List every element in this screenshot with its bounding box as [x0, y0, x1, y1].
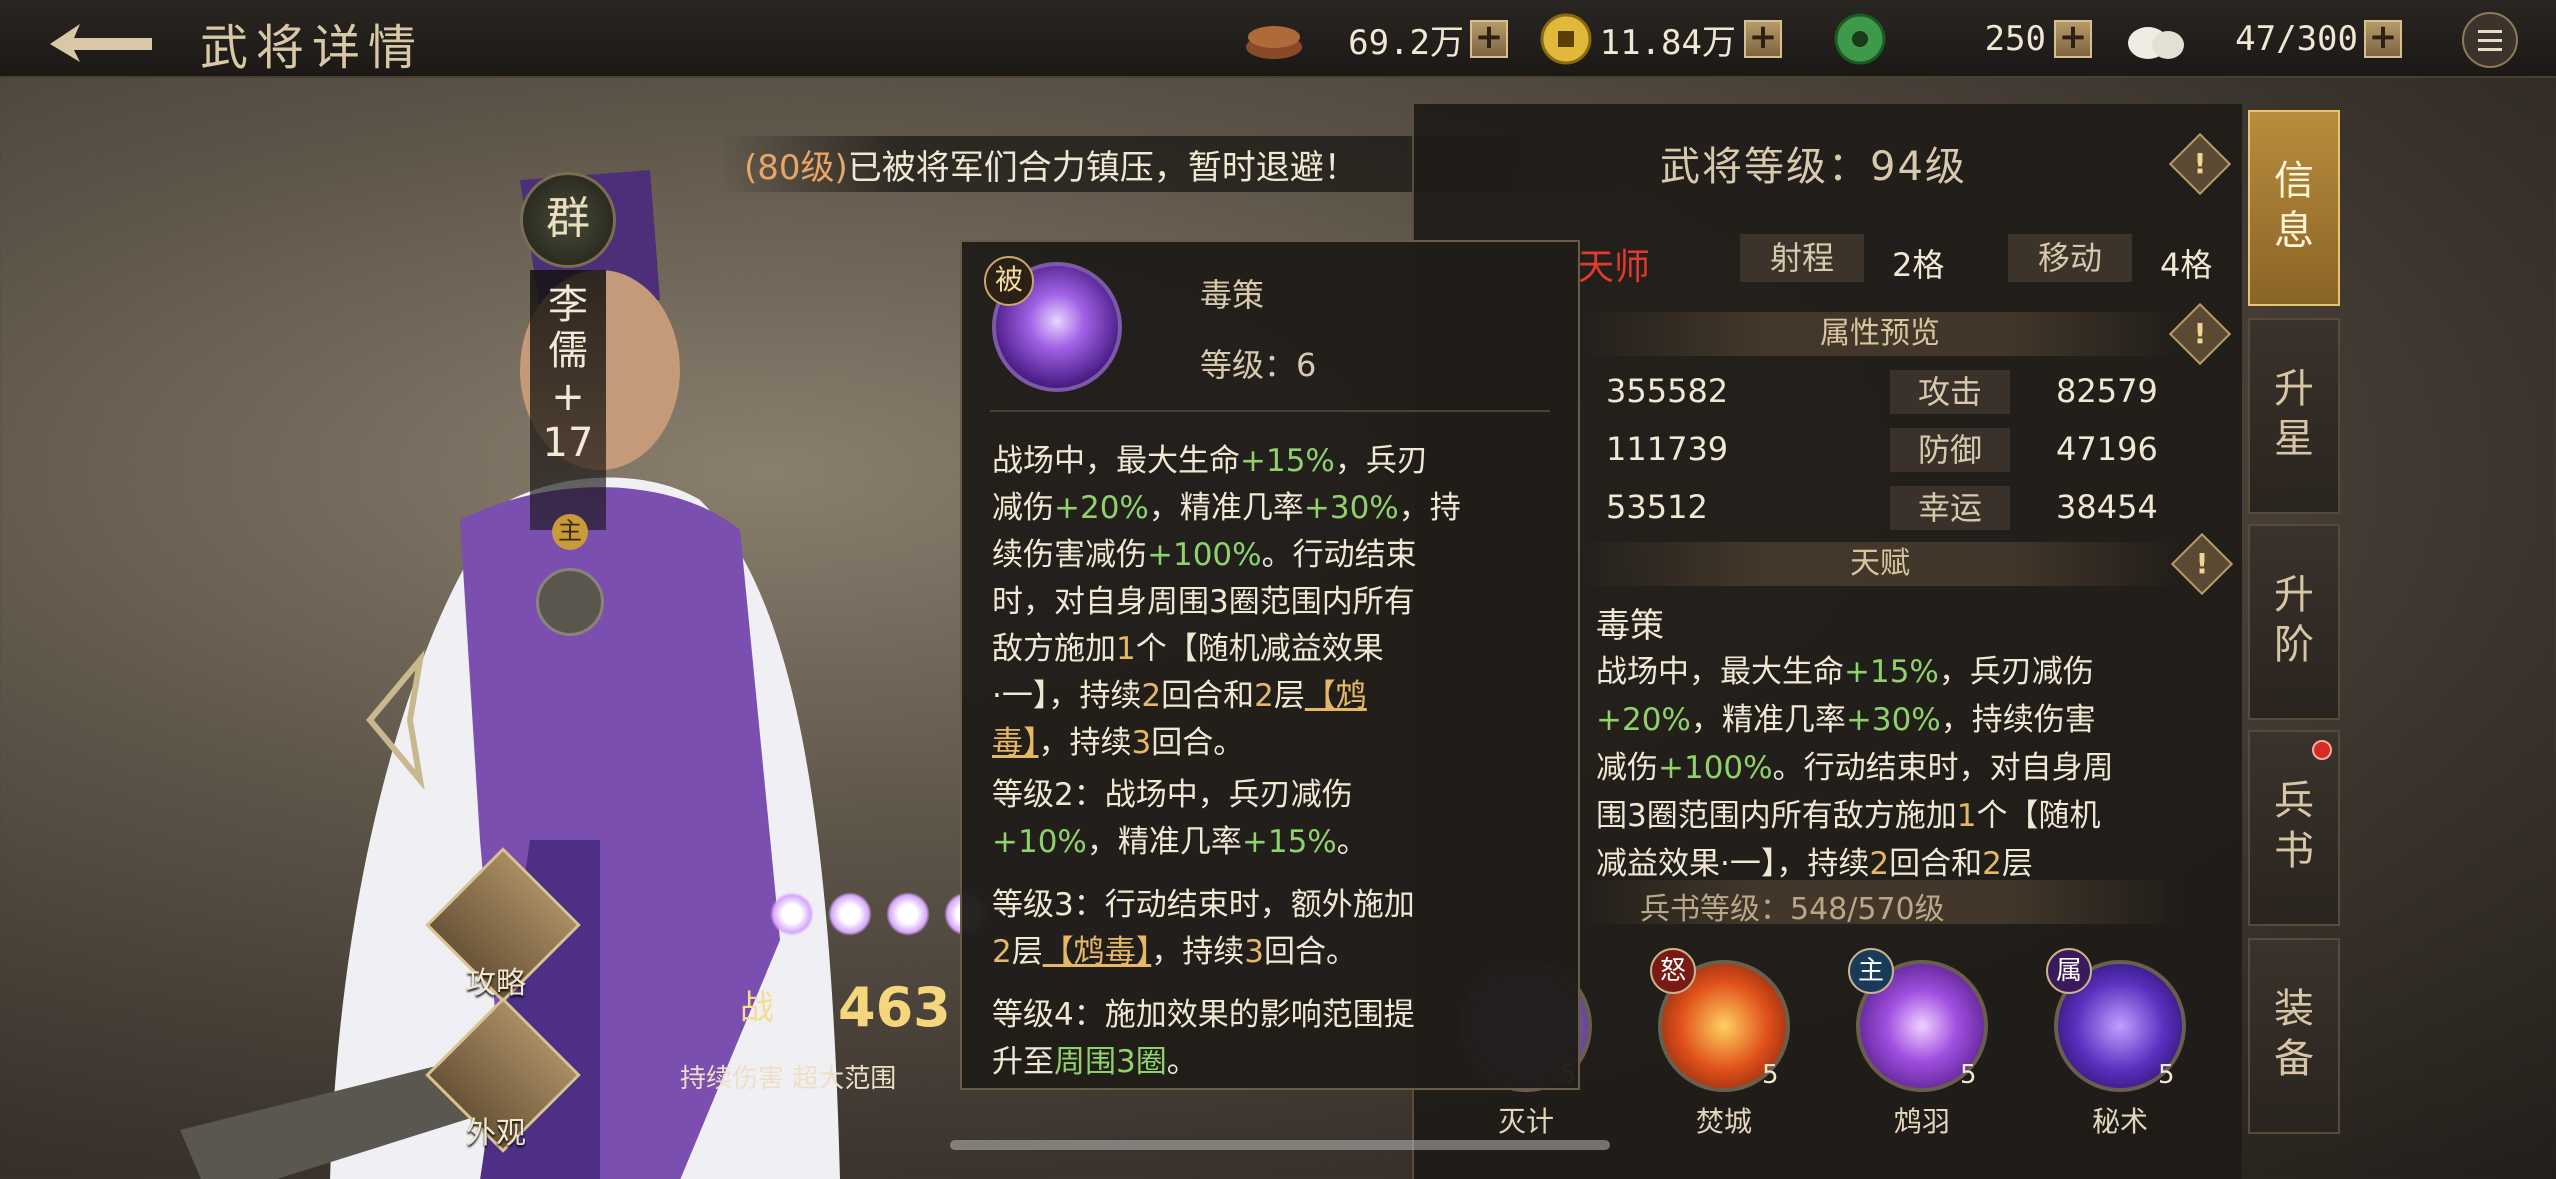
- copper-value: 69.2万: [1348, 22, 1464, 63]
- add-gold-button[interactable]: +: [1744, 20, 1782, 58]
- event-banner-text: (80级)已被将军们合力镇压，暂时退避！: [744, 140, 1358, 189]
- luck-tag: 幸运: [1890, 486, 2010, 530]
- attr-left-value: 111739: [1606, 430, 1729, 468]
- star-icon: [770, 892, 814, 936]
- tab-label: 兵书: [2274, 778, 2314, 874]
- book-level-num: 5: [1762, 1060, 1779, 1090]
- appearance-label: 外观: [466, 1116, 526, 1151]
- resource-copper: 69.2万 +: [1244, 14, 1508, 64]
- hero-traits: 持续伤害 超大范围: [680, 1064, 897, 1094]
- book-level-num: 5: [1960, 1060, 1977, 1090]
- power-value: 463: [838, 976, 951, 1039]
- rage-badge: 怒: [1650, 948, 1696, 994]
- stamina-value: 47/300: [2235, 19, 2358, 59]
- range-tag: 射程: [1740, 234, 1864, 282]
- previous-hero-arrow-icon[interactable]: [360, 649, 430, 791]
- class-name: 天师: [1578, 247, 1651, 288]
- tab-label: 升阶: [2274, 572, 2314, 668]
- range-value: 2格: [1892, 246, 1945, 284]
- gold-value: 11.84万: [1599, 22, 1736, 63]
- talent-description: 战场中，最大生命+15%，兵刃减伤 +20%，精准几率+30%，持续伤害 减伤+10…: [1596, 654, 2114, 882]
- attack-value: 82579: [2056, 372, 2158, 410]
- jade-icon: [1834, 13, 1886, 65]
- back-arrow-icon[interactable]: [40, 14, 160, 64]
- book-label: 鸩羽: [1893, 1105, 1950, 1138]
- move-value: 4格: [2160, 246, 2213, 284]
- attribute-badge: 属: [2046, 948, 2092, 994]
- power-label: 战: [740, 988, 774, 1028]
- list-menu-icon: [2478, 30, 2502, 51]
- skill-level: 等级：6: [1200, 346, 1317, 384]
- faction-badge: 群: [520, 172, 616, 268]
- book-level-num: 5: [2158, 1060, 2175, 1090]
- book-label: 焚城: [1695, 1105, 1752, 1138]
- tooltip-divider: [990, 410, 1550, 412]
- tab-label: 装备: [2274, 986, 2314, 1082]
- resource-jade: 250 +: [1834, 13, 2092, 65]
- skill-level3: 等级3：行动结束时，额外施加 2层【鸩毒】，持续3回合。: [992, 887, 1415, 970]
- tab-label: 信息: [2274, 158, 2314, 254]
- menu-button[interactable]: [2462, 12, 2518, 68]
- gold-coin-icon: [1540, 13, 1592, 65]
- attack-tag: 攻击: [1890, 370, 2010, 414]
- book-label: 秘术: [2091, 1105, 2148, 1138]
- notification-dot: [2312, 740, 2332, 760]
- tab-equipment[interactable]: 装备: [2248, 938, 2340, 1134]
- skill-level2: 等级2：战场中，兵刃减伤 +10%，精准几率+15%。: [992, 777, 1368, 860]
- attr-left-value: 53512: [1606, 488, 1708, 526]
- resource-bun: 47/300 +: [2124, 14, 2402, 64]
- move-tag: 移动: [2008, 234, 2132, 282]
- hero-name: 李 儒 + 17: [540, 282, 596, 466]
- hero-name-char: 李: [548, 282, 588, 328]
- skill-level4: 等级4：施加效果的影响范围提 升至周围3圈。: [992, 997, 1415, 1080]
- star-icon: [828, 892, 872, 936]
- mount-icon[interactable]: [536, 568, 604, 636]
- add-copper-button[interactable]: +: [1470, 20, 1508, 58]
- main-badge: 主: [1848, 948, 1894, 994]
- tab-war-book[interactable]: 兵书: [2248, 730, 2340, 926]
- add-jade-button[interactable]: +: [2054, 20, 2092, 58]
- passive-badge: 被: [984, 256, 1034, 306]
- strategy-label: 攻略: [466, 966, 526, 1001]
- hero-name-char: 儒: [548, 328, 588, 374]
- lord-badge: 主: [552, 514, 588, 550]
- tab-label: 升星: [2274, 366, 2314, 462]
- bun-icon: [2128, 27, 2184, 59]
- jade-value: 250: [1984, 19, 2046, 59]
- talent-name: 毒策: [1596, 606, 1664, 646]
- hero-name-plus: +: [551, 374, 585, 420]
- book-label: 灭计: [1497, 1105, 1554, 1138]
- add-stamina-button[interactable]: +: [2364, 20, 2402, 58]
- info-icon: !: [2193, 317, 2207, 350]
- info-icon: !: [2193, 147, 2207, 180]
- luck-value: 38454: [2056, 488, 2158, 526]
- tab-info[interactable]: 信息: [2248, 110, 2340, 306]
- defense-tag: 防御: [1890, 428, 2010, 472]
- skill-name: 毒策: [1200, 276, 1265, 314]
- star-icon: [886, 892, 930, 936]
- skill-description: 战场中，最大生命+15%，兵刃 减伤+20%，精准几率+30%，持 续伤害减伤+10…: [992, 443, 1461, 761]
- tab-rank-up[interactable]: 升阶: [2248, 524, 2340, 720]
- attr-header: 属性预览: [1580, 312, 2180, 356]
- banner-message: 已被将军们合力镇压，暂时退避！: [847, 148, 1358, 188]
- hero-name-stars: 17: [542, 420, 594, 466]
- banner-level: (80级): [744, 148, 848, 188]
- defense-value: 47196: [2056, 430, 2158, 468]
- resource-gold: 11.84万 +: [1540, 13, 1782, 65]
- tab-star-up[interactable]: 升星: [2248, 318, 2340, 514]
- page-title: 武将详情: [200, 20, 425, 76]
- home-indicator: [950, 1140, 1610, 1150]
- info-icon: !: [2195, 547, 2209, 580]
- hero-level: 武将等级：94级: [1660, 144, 1967, 190]
- book-level: 兵书等级：548/570级: [1640, 892, 1945, 927]
- copper-coin-icon: [1246, 26, 1302, 59]
- talent-header: 天赋: [1580, 542, 2180, 586]
- attr-left-value: 355582: [1606, 372, 1729, 410]
